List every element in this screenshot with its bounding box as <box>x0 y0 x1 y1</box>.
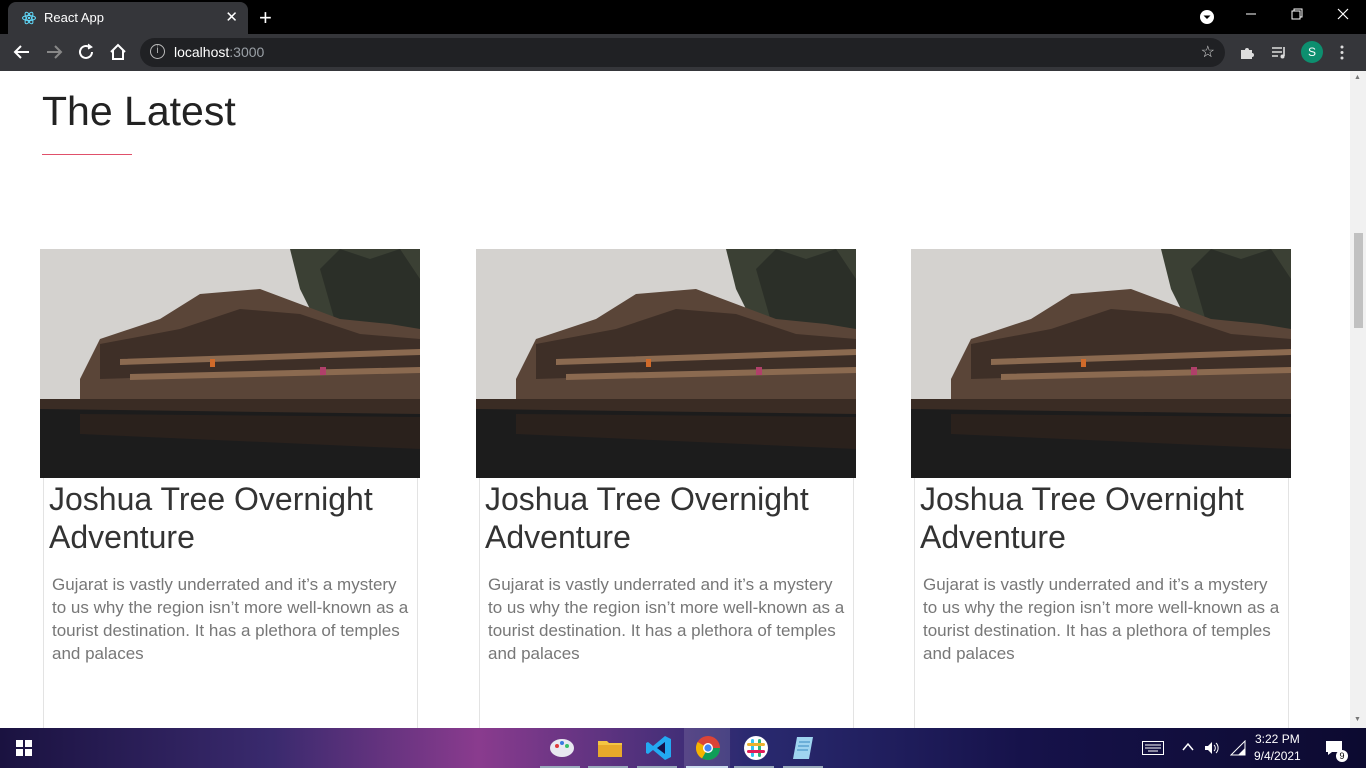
file-explorer-icon[interactable] <box>596 734 624 762</box>
scroll-up-arrow-icon[interactable]: ▲ <box>1354 74 1361 81</box>
clock-time: 3:22 PM <box>1255 732 1300 746</box>
card-description: Gujarat is vastly underrated and it’s a … <box>52 575 409 663</box>
bookmark-star-icon[interactable]: ☆ <box>1201 42 1215 62</box>
browser-toolbar: i localhost:3000 ☆ S <box>0 34 1366 71</box>
tab-search-icon[interactable] <box>1199 9 1215 25</box>
card-description: Gujarat is vastly underrated and it’s a … <box>488 575 845 663</box>
paint-app-icon[interactable] <box>548 734 576 762</box>
card-body: Joshua Tree Overnight Adventure Gujarat … <box>914 478 1289 728</box>
clock-date: 9/4/2021 <box>1254 749 1301 763</box>
react-icon <box>22 11 36 25</box>
wifi-icon[interactable] <box>1230 740 1246 756</box>
new-tab-button[interactable]: + <box>259 5 272 31</box>
back-arrow-icon[interactable] <box>11 41 33 63</box>
tab-react-app[interactable]: React App ✕ <box>8 2 248 34</box>
card-body: Joshua Tree Overnight Adventure Gujarat … <box>479 478 854 728</box>
windows-taskbar: 3:22 PM 9/4/2021 9 <box>0 728 1366 768</box>
article-card[interactable]: Joshua Tree Overnight Adventure Gujarat … <box>911 249 1291 728</box>
notification-count-badge: 9 <box>1336 750 1348 762</box>
keyboard-icon[interactable] <box>1142 741 1164 755</box>
windows-start-icon[interactable] <box>16 740 32 756</box>
minimize-icon[interactable] <box>1245 8 1257 20</box>
url-host: localhost <box>174 44 230 60</box>
heading-underline <box>42 154 132 155</box>
card-description: Gujarat is vastly underrated and it’s a … <box>923 575 1280 663</box>
reload-icon[interactable] <box>75 41 97 63</box>
card-image <box>911 249 1291 478</box>
page-viewport: The Latest Joshua Tree Overnight Adventu… <box>0 71 1350 728</box>
system-clock[interactable]: 3:22 PM 9/4/2021 <box>1254 731 1301 765</box>
address-bar[interactable]: i localhost:3000 ☆ <box>140 38 1225 67</box>
card-image <box>40 249 420 478</box>
browser-tab-strip: React App ✕ + <box>0 0 1366 34</box>
chevron-up-icon[interactable] <box>1182 742 1194 752</box>
forward-arrow-icon[interactable] <box>43 41 65 63</box>
url-text[interactable]: localhost:3000 <box>174 44 264 60</box>
card-title[interactable]: Joshua Tree Overnight Adventure <box>49 480 421 556</box>
volume-icon[interactable] <box>1204 740 1220 756</box>
scrollbar-thumb[interactable] <box>1354 233 1363 328</box>
site-info-icon[interactable]: i <box>150 44 165 59</box>
vscode-icon[interactable] <box>645 734 673 762</box>
scroll-down-arrow-icon[interactable]: ▼ <box>1354 716 1361 723</box>
article-card[interactable]: Joshua Tree Overnight Adventure Gujarat … <box>40 249 420 728</box>
section-heading: The Latest <box>42 88 236 134</box>
close-window-icon[interactable] <box>1337 8 1349 20</box>
tab-title: React App <box>44 10 104 25</box>
url-port: :3000 <box>229 44 265 60</box>
extensions-puzzle-icon[interactable] <box>1239 44 1256 61</box>
chrome-icon[interactable] <box>694 734 722 762</box>
article-card[interactable]: Joshua Tree Overnight Adventure Gujarat … <box>476 249 856 728</box>
tab-close-icon[interactable]: ✕ <box>225 8 238 26</box>
profile-avatar[interactable]: S <box>1301 41 1323 63</box>
card-body: Joshua Tree Overnight Adventure Gujarat … <box>43 478 418 728</box>
card-title[interactable]: Joshua Tree Overnight Adventure <box>485 480 857 556</box>
card-image <box>476 249 856 478</box>
slack-icon[interactable] <box>742 734 770 762</box>
notepad-icon[interactable] <box>791 734 819 762</box>
kebab-menu-icon[interactable] <box>1339 44 1345 61</box>
card-title[interactable]: Joshua Tree Overnight Adventure <box>920 480 1292 556</box>
media-queue-icon[interactable] <box>1271 44 1288 61</box>
restore-icon[interactable] <box>1291 8 1303 20</box>
page-scrollbar[interactable]: ▲ ▼ <box>1350 71 1366 728</box>
home-icon[interactable] <box>107 41 129 63</box>
